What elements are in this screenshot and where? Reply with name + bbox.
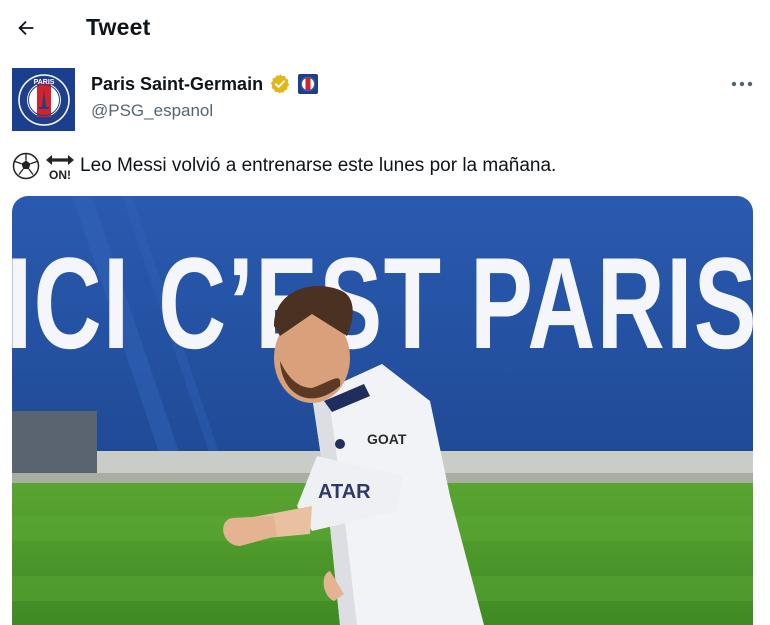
avatar-text: PARIS bbox=[33, 79, 54, 86]
tweet-text: ON! Leo Messi volvió a entrenarse este l… bbox=[12, 151, 556, 181]
avatar[interactable]: PARIS bbox=[12, 68, 75, 131]
tweet-photo[interactable]: ICI C’EST PARIS GOAT ATAR bbox=[12, 196, 753, 625]
svg-text:ON!: ON! bbox=[49, 168, 71, 181]
display-name[interactable]: Paris Saint-Germain bbox=[91, 74, 263, 95]
jersey-brand: GOAT bbox=[367, 431, 407, 447]
tweet-author: PARIS Paris Saint-Germain @PSG_espanol bbox=[12, 68, 758, 132]
tweet-body-text: Leo Messi volvió a entrenarse este lunes… bbox=[80, 155, 557, 176]
back-button[interactable] bbox=[10, 12, 42, 44]
user-handle[interactable]: @PSG_espanol bbox=[91, 101, 213, 121]
arrow-left-icon bbox=[18, 20, 34, 36]
soccer-ball-icon bbox=[12, 152, 40, 180]
more-horizontal-icon bbox=[731, 81, 753, 87]
on-arrow-icon: ON! bbox=[44, 151, 76, 181]
gold-verified-badge-icon[interactable] bbox=[269, 73, 291, 95]
psg-crest-icon: PARIS bbox=[17, 73, 70, 126]
sideline-box bbox=[12, 411, 97, 476]
tweet-header: Tweet bbox=[0, 0, 770, 56]
psg-affiliate-badge-icon[interactable] bbox=[297, 73, 319, 95]
more-options-button[interactable] bbox=[726, 72, 758, 96]
name-row: Paris Saint-Germain bbox=[91, 73, 319, 95]
banner-text: ICI C’EST PARIS bbox=[12, 230, 753, 376]
page-title: Tweet bbox=[86, 14, 151, 40]
jersey-sponsor: ATAR bbox=[318, 481, 371, 503]
